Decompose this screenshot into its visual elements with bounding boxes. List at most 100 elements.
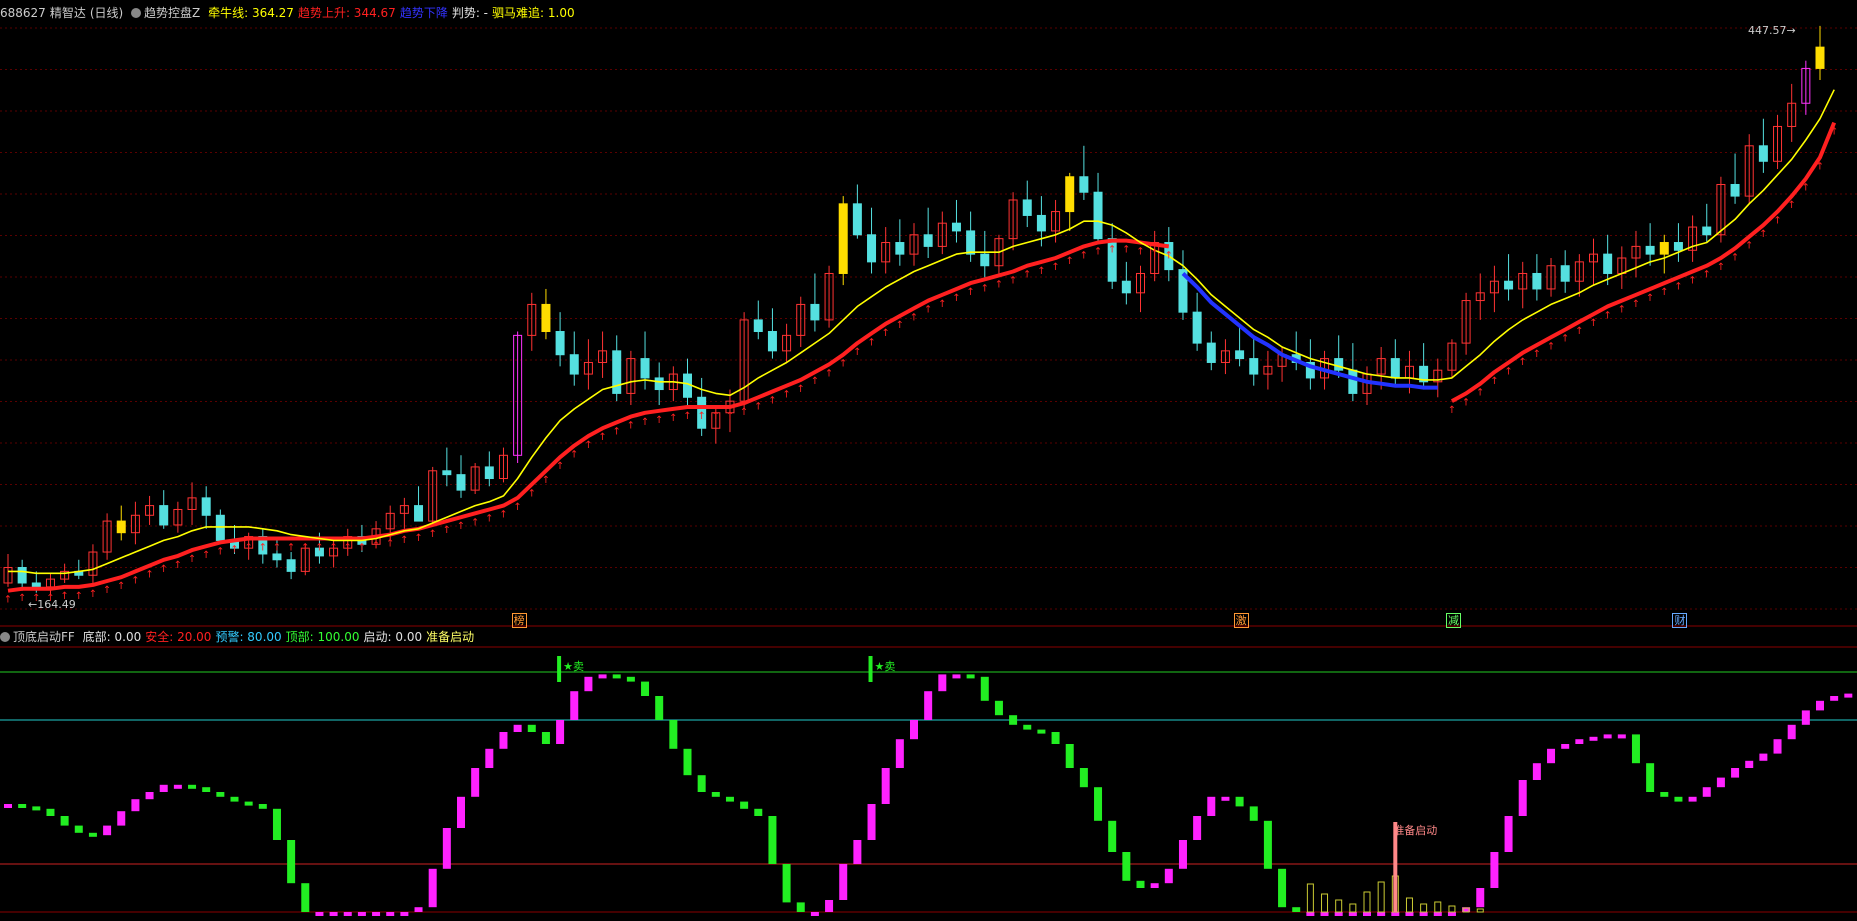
bottom-zone-bar <box>1434 901 1442 913</box>
indicator-settings-icon[interactable] <box>131 8 142 18</box>
oscillator-bar <box>1646 763 1655 792</box>
oscillator-bar <box>301 883 310 912</box>
candle-body <box>1121 280 1131 294</box>
indicator-name[interactable]: 趋势控盘Z <box>144 6 200 20</box>
uptrend-arrow: ↑ <box>513 502 521 513</box>
uptrend-arrow: ↑ <box>1519 357 1527 368</box>
oscillator-bar <box>315 912 324 916</box>
oscillator-bar <box>1065 744 1074 768</box>
oscillator-bar <box>867 804 876 840</box>
oscillator-bar <box>1094 787 1103 821</box>
stock-name: 精智达 <box>49 6 86 20</box>
chart-canvas[interactable]: ↑ ↑ ↑ ↑ ↑ ↑ ↑ ↑ ↑ ↑ ↑ ↑ ↑ ↑ ↑ ↑ ↑ ↑ ↑ ↑ ↑ ↑ ↑ ↑ ↑ ↑ ↑ ↑ ↑ ↑ ↑ ↑ ↑ ↑ ↑ ↑ ↑ ↑ ↑ ↑… <box>0 0 1857 921</box>
bottom-zone-bar <box>1448 905 1456 913</box>
oscillator-bar <box>924 691 933 720</box>
uptrend-arrow: ↑ <box>1731 252 1739 263</box>
uptrend-arrow: ↑ <box>386 539 394 550</box>
uptrend-arrow: ↑ <box>1448 405 1456 416</box>
oscillator-bar <box>244 801 253 806</box>
uptrend-arrow: ↑ <box>1533 349 1541 360</box>
stock-code: 688627 <box>0 6 46 20</box>
oscillator-bar <box>697 775 706 792</box>
uptrend-arrow: ↑ <box>1674 281 1682 292</box>
uptrend-arrow: ↑ <box>924 305 932 316</box>
oscillator-bar <box>641 681 650 696</box>
candle-body <box>895 242 905 255</box>
oscillator-bar <box>1759 753 1768 761</box>
oscillator-bar <box>1631 734 1640 764</box>
oscillator-bar <box>754 808 763 816</box>
uptrend-arrow: ↑ <box>1802 183 1810 194</box>
oscillator-bar <box>1292 907 1301 912</box>
oscillator-bar <box>1136 880 1145 888</box>
uptrend-arrow: ↑ <box>1122 245 1130 256</box>
signal-marker: 激 <box>1233 613 1249 628</box>
uptrend-arrow: ↑ <box>259 542 267 553</box>
candle-body <box>414 505 424 522</box>
sub-indicator-name[interactable]: 顶底启动FF <box>13 630 75 644</box>
oscillator-bar <box>1433 912 1442 916</box>
oscillator-bar <box>188 784 197 789</box>
oscillator-bar <box>1108 820 1117 852</box>
sell-label: ★卖 <box>875 660 896 673</box>
trend-up-line <box>7 121 1837 593</box>
candle-body <box>767 331 777 352</box>
sub-header-item: 顶部: 100.00 <box>285 630 360 644</box>
candle-body <box>852 203 862 236</box>
oscillator-bar <box>1617 734 1626 739</box>
candle-body <box>1532 272 1542 290</box>
uptrend-arrow: ↑ <box>655 415 663 426</box>
oscillator-bar <box>570 691 579 720</box>
oscillator-bar <box>980 676 989 701</box>
uptrend-arrow: ↑ <box>627 421 635 432</box>
candle-body <box>923 234 933 247</box>
uptrend-arrow: ↑ <box>825 368 833 379</box>
uptrend-arrow: ↑ <box>1561 334 1569 345</box>
oscillator-bar <box>1249 806 1258 821</box>
uptrend-arrow: ↑ <box>301 542 309 553</box>
oscillator-bar <box>60 816 69 826</box>
oscillator-bar <box>46 808 55 816</box>
candle-body <box>1334 358 1344 371</box>
oscillator-bar <box>1037 729 1046 734</box>
oscillator-bar <box>1702 787 1711 797</box>
candle-body <box>1192 311 1202 344</box>
uptrend-arrow: ↑ <box>1108 245 1116 256</box>
uptrend-arrow: ↑ <box>75 591 83 602</box>
uptrend-arrow: ↑ <box>598 432 606 443</box>
uptrend-arrow: ↑ <box>1136 247 1144 258</box>
bottom-zone-bar <box>1335 899 1343 913</box>
oscillator-bar <box>471 768 480 797</box>
candle-body <box>966 230 976 255</box>
sub-header-item: 底部: 0.00 <box>82 630 142 644</box>
uptrend-arrow: ↑ <box>471 517 479 528</box>
oscillator-bar <box>881 768 890 804</box>
oscillator-bar <box>499 732 508 749</box>
low-price-label: ←164.49 <box>28 598 76 611</box>
candle-body <box>1206 342 1216 363</box>
oscillator-bar <box>725 796 734 802</box>
uptrend-arrow: ↑ <box>273 542 281 553</box>
oscillator-bar <box>910 720 918 740</box>
oscillator-bar <box>1263 820 1272 869</box>
candle-body <box>810 303 820 321</box>
oscillator-bar <box>145 792 154 800</box>
oscillator-bar <box>1801 710 1810 725</box>
candle-body <box>980 253 990 267</box>
candle-body <box>201 497 211 516</box>
candle-body <box>1504 280 1514 290</box>
candle-body <box>484 466 494 480</box>
candle-body <box>1645 245 1655 255</box>
uptrend-arrow: ↑ <box>697 411 705 422</box>
uptrend-arrow: ↑ <box>230 544 238 555</box>
oscillator-bar <box>173 784 182 789</box>
uptrend-arrow: ↑ <box>1688 276 1696 287</box>
oscillator-bar <box>131 799 140 812</box>
indicator-settings-icon[interactable] <box>0 632 10 642</box>
uptrend-arrow: ↑ <box>1066 256 1074 267</box>
oscillator-bar <box>272 808 281 840</box>
uptrend-arrow: ↑ <box>145 570 153 581</box>
oscillator-bar <box>329 912 338 916</box>
oscillator-bar <box>810 912 819 916</box>
candle-body <box>1079 176 1089 193</box>
